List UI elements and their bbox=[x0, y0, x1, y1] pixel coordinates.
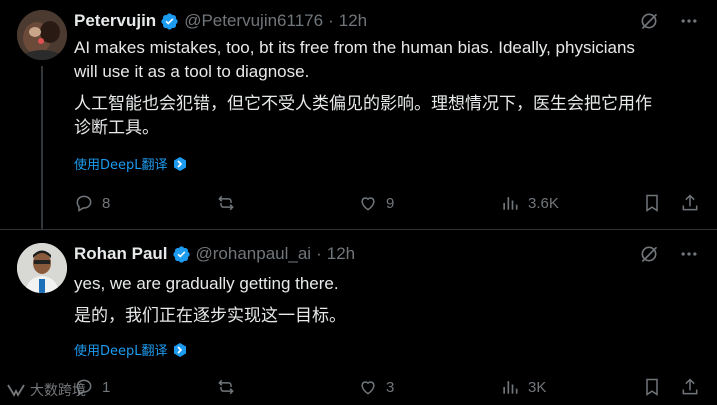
share-icon[interactable] bbox=[680, 193, 700, 213]
share-icon[interactable] bbox=[680, 377, 700, 397]
reply-count: 1 bbox=[102, 378, 111, 396]
views-button[interactable]: 3K bbox=[500, 377, 560, 397]
timestamp[interactable]: 12h bbox=[327, 244, 355, 264]
views-button[interactable]: 3.6K bbox=[500, 193, 560, 213]
views-icon bbox=[503, 381, 518, 394]
reply-button[interactable]: 8 bbox=[74, 193, 134, 213]
like-count: 3 bbox=[386, 378, 395, 396]
like-button[interactable]: 9 bbox=[358, 193, 418, 213]
thread-line bbox=[41, 66, 43, 229]
more-icon[interactable] bbox=[679, 244, 699, 264]
action-bar: 1 3 3K bbox=[74, 375, 700, 399]
more-icon[interactable] bbox=[679, 11, 699, 31]
tweet-text-translation: 是的，我们正在逐步实现这一目标。 bbox=[74, 306, 346, 326]
watermark: 大数跨境 bbox=[6, 380, 86, 400]
display-name[interactable]: Rohan Paul bbox=[74, 244, 168, 264]
like-button[interactable]: 3 bbox=[358, 377, 418, 397]
action-bar: 8 9 3.6K bbox=[74, 191, 700, 215]
reply-count: 8 bbox=[102, 194, 111, 212]
translate-label: 使用DeepL翻译 bbox=[74, 158, 168, 173]
tweet-text-translation: 人工智能也会犯错，但它不受人类偏见的影响。理想情况下，医生会把它用作 诊断工具。 bbox=[74, 94, 652, 138]
bookmark-icon[interactable] bbox=[642, 377, 662, 397]
tweet-header: Petervujin @Petervujin61176 · 12h bbox=[74, 10, 367, 32]
bookmark-icon[interactable] bbox=[642, 193, 662, 213]
verified-badge-icon bbox=[161, 12, 178, 30]
tweet-text: AI makes mistakes, too, bt its free from… bbox=[74, 38, 635, 81]
views-icon bbox=[503, 197, 518, 210]
repost-icon bbox=[218, 379, 234, 395]
watermark-logo-icon bbox=[7, 384, 25, 397]
views-count: 3K bbox=[528, 378, 547, 396]
tweet-petervujin[interactable]: Petervujin @Petervujin61176 · 12h AI mak… bbox=[0, 0, 717, 229]
watermark-text: 大数跨境 bbox=[30, 383, 86, 399]
translate-label: 使用DeepL翻译 bbox=[74, 344, 168, 359]
translate-link[interactable]: 使用DeepL翻译 bbox=[74, 340, 188, 359]
repost-icon bbox=[218, 195, 234, 211]
separator: · bbox=[328, 11, 334, 30]
display-name[interactable]: Petervujin bbox=[74, 11, 156, 31]
translate-icon bbox=[173, 342, 186, 357]
like-count: 9 bbox=[386, 194, 395, 212]
verified-badge-icon bbox=[172, 245, 190, 263]
translate-link[interactable]: 使用DeepL翻译 bbox=[74, 154, 188, 173]
repost-button[interactable] bbox=[216, 193, 276, 213]
handle[interactable]: @rohanpaul_ai bbox=[196, 244, 312, 264]
timestamp[interactable]: 12h bbox=[339, 11, 367, 31]
grok-icon[interactable] bbox=[639, 11, 659, 31]
tweet-text: yes, we are gradually getting there. bbox=[74, 274, 339, 293]
translate-icon bbox=[173, 156, 186, 171]
like-icon bbox=[361, 197, 375, 211]
like-icon bbox=[361, 381, 375, 395]
grok-icon[interactable] bbox=[639, 244, 659, 264]
repost-button[interactable] bbox=[216, 377, 276, 397]
reply-icon bbox=[76, 195, 92, 212]
handle[interactable]: @Petervujin61176 bbox=[184, 11, 323, 31]
tweet-rohan-paul[interactable]: Rohan Paul @rohanpaul_ai · 12h yes, we a… bbox=[0, 229, 717, 405]
separator: · bbox=[316, 244, 322, 263]
tweet-header: Rohan Paul @rohanpaul_ai · 12h bbox=[74, 243, 355, 265]
avatar[interactable] bbox=[17, 10, 67, 60]
avatar[interactable] bbox=[17, 243, 67, 293]
views-count: 3.6K bbox=[528, 194, 559, 212]
